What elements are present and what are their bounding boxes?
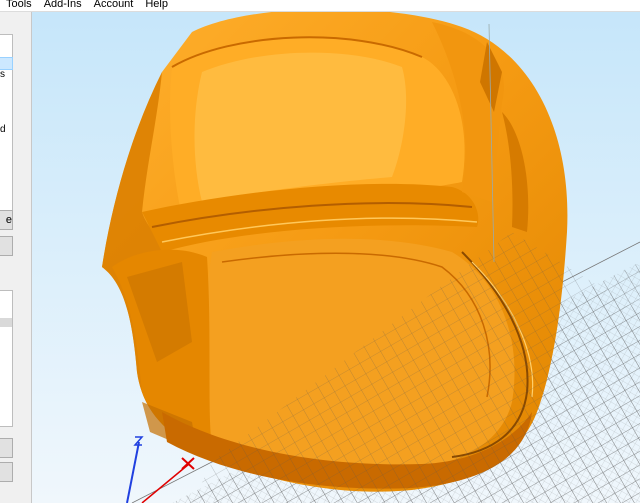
menu-account[interactable]: Account bbox=[88, 0, 140, 10]
object-list-text: d bbox=[0, 124, 6, 135]
panel-button-bottom-2[interactable] bbox=[0, 462, 13, 482]
menu-bar: Tools Add-Ins Account Help bbox=[0, 0, 640, 12]
menu-help[interactable]: Help bbox=[139, 0, 174, 10]
object-list-text: s bbox=[0, 69, 5, 80]
panel-button-bottom-1[interactable] bbox=[0, 438, 13, 458]
panel-button-secondary[interactable] bbox=[0, 236, 13, 256]
3d-viewport[interactable] bbox=[32, 12, 640, 503]
menu-add-ins[interactable]: Add-Ins bbox=[38, 0, 88, 10]
viewport-canvas[interactable] bbox=[32, 12, 640, 503]
properties-list-selected-item[interactable] bbox=[0, 318, 12, 327]
left-side-panel: s d e bbox=[0, 12, 32, 503]
panel-button[interactable]: e bbox=[0, 210, 13, 230]
properties-list[interactable] bbox=[0, 290, 13, 427]
menu-tools[interactable]: Tools bbox=[0, 0, 38, 10]
